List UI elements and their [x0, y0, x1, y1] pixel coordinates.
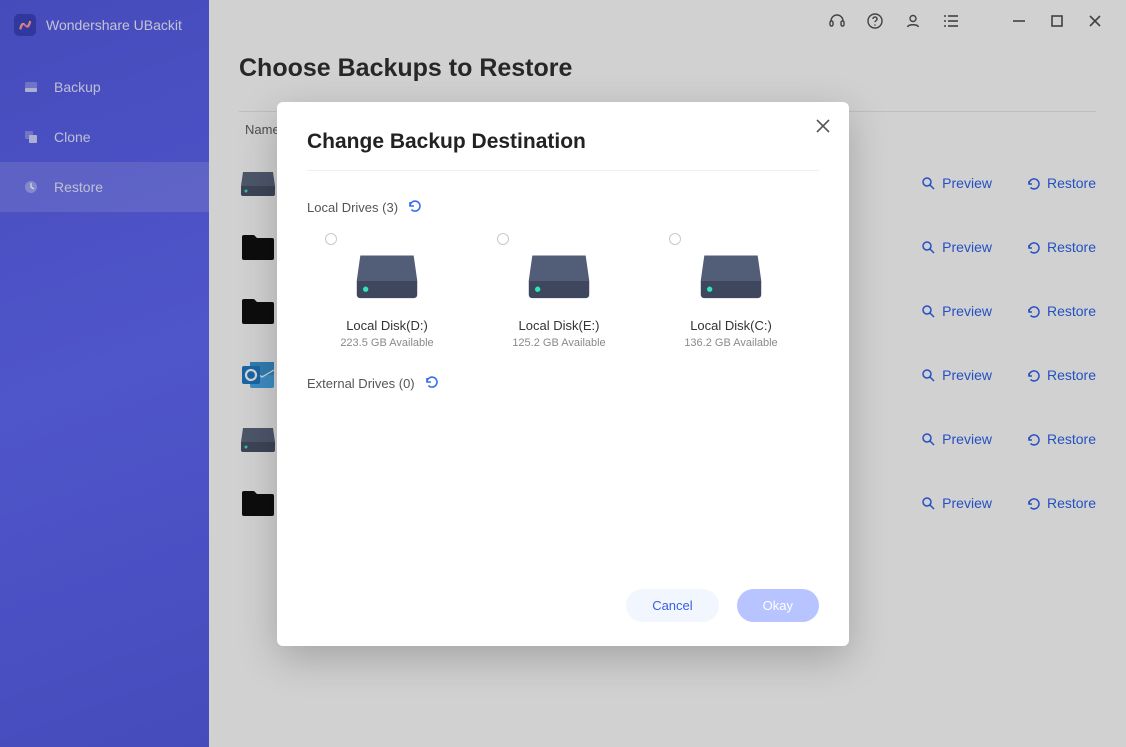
modal-close-button[interactable]	[815, 118, 831, 139]
drive-option[interactable]: Local Disk(E:) 125.2 GB Available	[479, 233, 639, 349]
hdd-icon	[527, 249, 591, 301]
drive-name: Local Disk(E:)	[479, 318, 639, 333]
drive-grid: Local Disk(D:)223.5 GB AvailableLocal Di…	[307, 233, 819, 349]
refresh-local-icon[interactable]	[408, 199, 421, 215]
okay-button[interactable]: Okay	[737, 589, 819, 622]
hdd-icon	[699, 249, 763, 301]
external-drives-label: External Drives (0)	[307, 375, 819, 391]
drive-available: 136.2 GB Available	[651, 337, 811, 349]
drive-available: 223.5 GB Available	[307, 337, 467, 349]
drive-available: 125.2 GB Available	[479, 337, 639, 349]
local-drives-text: Local Drives (3)	[307, 200, 398, 215]
radio-icon[interactable]	[497, 233, 509, 245]
refresh-external-icon[interactable]	[425, 375, 438, 391]
local-drives-label: Local Drives (3)	[307, 199, 819, 215]
radio-icon[interactable]	[669, 233, 681, 245]
drive-name: Local Disk(C:)	[651, 318, 811, 333]
modal-overlay: Change Backup Destination Local Drives (…	[0, 0, 1126, 747]
modal-title: Change Backup Destination	[307, 130, 819, 171]
cancel-button[interactable]: Cancel	[626, 589, 718, 622]
drive-option[interactable]: Local Disk(D:) 223.5 GB Available	[307, 233, 467, 349]
radio-icon[interactable]	[325, 233, 337, 245]
external-drives-text: External Drives (0)	[307, 376, 415, 391]
drive-option[interactable]: Local Disk(C:) 136.2 GB Available	[651, 233, 811, 349]
hdd-icon	[355, 249, 419, 301]
drive-name: Local Disk(D:)	[307, 318, 467, 333]
change-destination-modal: Change Backup Destination Local Drives (…	[277, 102, 849, 646]
